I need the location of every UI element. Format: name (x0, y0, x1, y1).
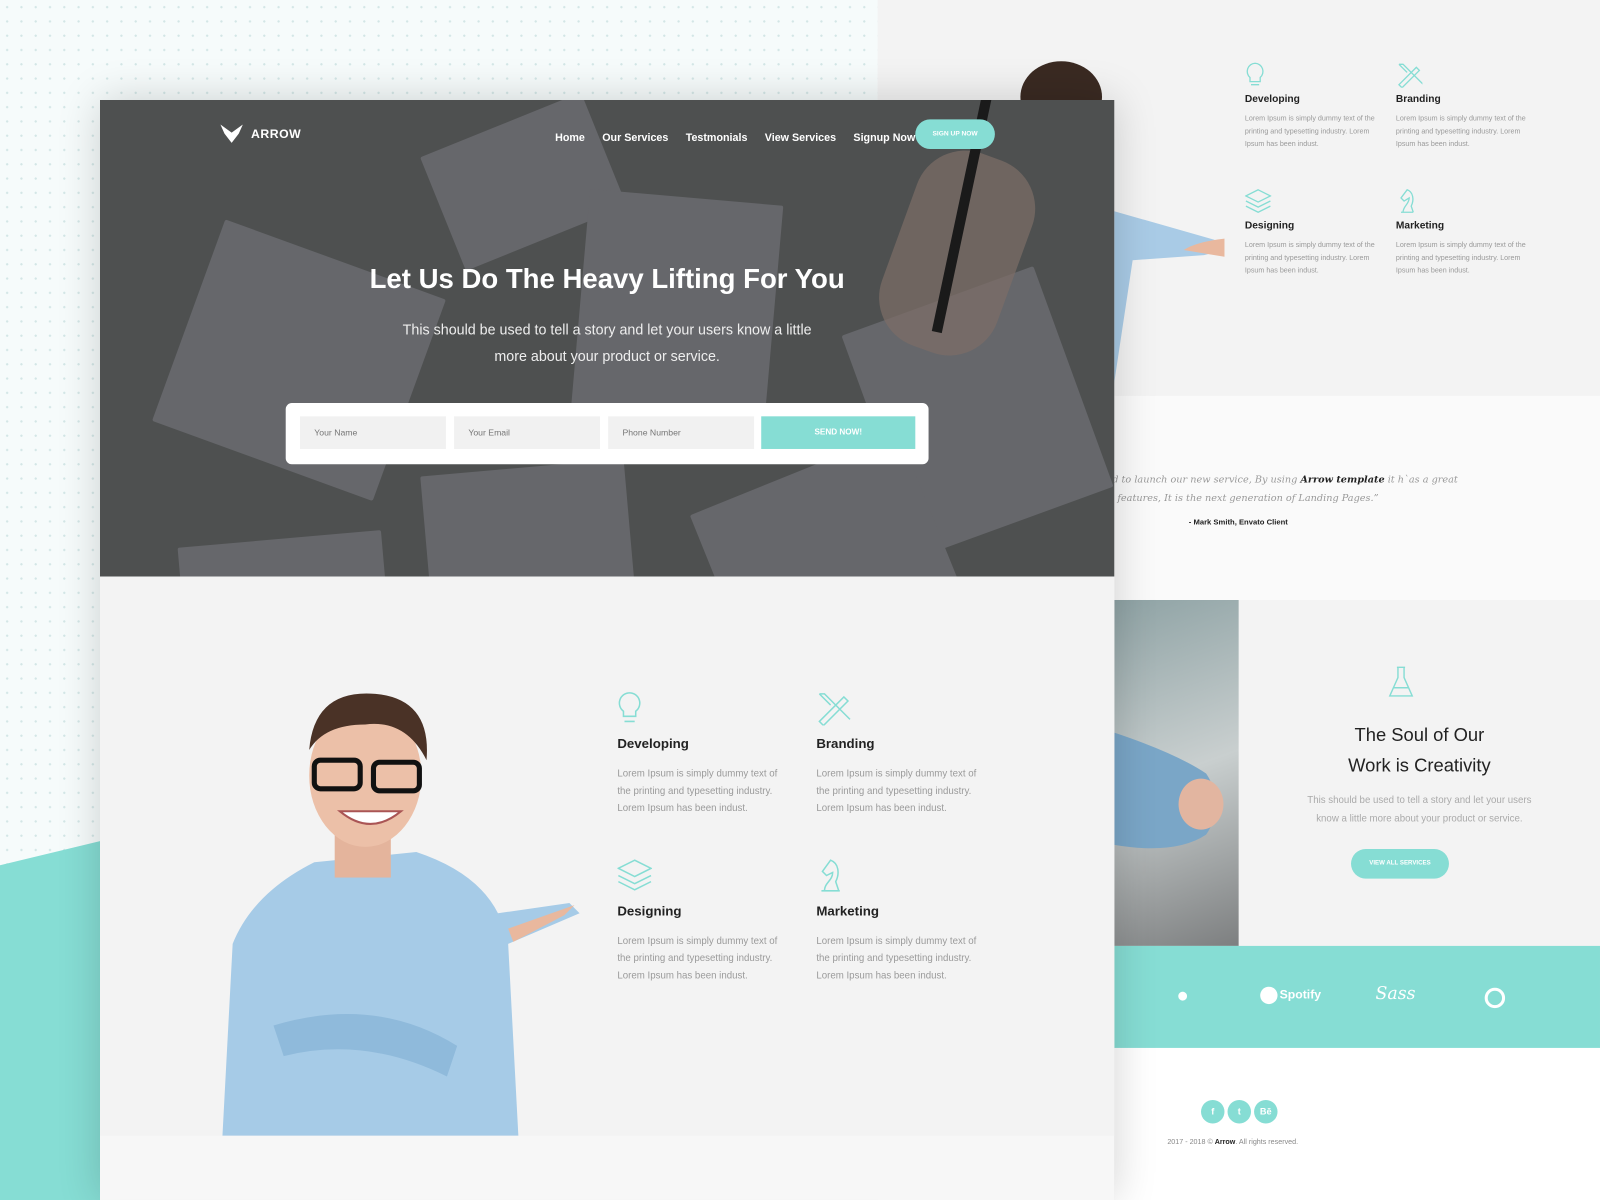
nav-view-services[interactable]: View Services (765, 132, 836, 144)
service-designing: Designing Lorem Ipsum is simply dummy te… (617, 858, 796, 985)
service-branding-small: Branding Lorem Ipsum is simply dummy tex… (1396, 61, 1529, 151)
facebook-icon[interactable]: f (1201, 1099, 1225, 1124)
email-input[interactable] (454, 416, 600, 449)
lightbulb-icon (1246, 62, 1264, 86)
service-branding: Branding Lorem Ipsum is simply dummy tex… (816, 691, 995, 818)
service-marketing: Marketing Lorem Ipsum is simply dummy te… (816, 858, 995, 985)
testimonial-author: - Mark Smith, Envato Client (1188, 517, 1288, 527)
nav-home[interactable]: Home (555, 132, 585, 144)
sign-up-now-button[interactable]: SIGN UP NOW (915, 119, 995, 149)
hero-subtitle: This should be used to tell a story and … (402, 321, 812, 365)
front-page: ARROW Home Our Services Testmonials View Se… (99, 99, 1115, 1200)
hero-title: Let Us Do The Heavy Lifting For You (369, 263, 845, 294)
name-input[interactable] (299, 416, 446, 449)
layers-icon (617, 859, 653, 891)
nav-our-services[interactable]: Our Services (602, 132, 668, 144)
sass-icon: Sass (1375, 983, 1416, 1005)
chess-knight-icon (1400, 189, 1414, 213)
services-section: Developing Lorem Ipsum is simply dummy t… (99, 576, 1115, 1136)
pencil-ruler-icon (818, 693, 851, 726)
service-designing-small: Designing Lorem Ipsum is simply dummy te… (1244, 188, 1378, 278)
signup-form: SEND NOW! (285, 403, 929, 465)
nav-signup-now[interactable]: Signup Now (853, 132, 915, 144)
creativity-title: The Soul of Our Work is Creativity (1348, 724, 1491, 776)
behance-icon[interactable]: Bē (1254, 1099, 1278, 1124)
github-icon (1484, 987, 1506, 1009)
spotify-logo: Spotify (1260, 986, 1321, 1005)
service-developing-small: Developing Lorem Ipsum is simply dummy t… (1245, 61, 1378, 151)
hero-section: ARROW Home Our Services Testmonials View Se… (99, 99, 1115, 577)
chess-knight-icon (821, 859, 840, 892)
layers-icon (1244, 189, 1272, 213)
service-developing: Developing Lorem Ipsum is simply dummy t… (617, 691, 796, 818)
brand-logo[interactable]: ARROW (220, 124, 301, 143)
send-now-button[interactable]: SEND NOW! (761, 416, 916, 449)
phone-input[interactable] (608, 416, 755, 449)
service-marketing-small: Marketing Lorem Ipsum is simply dummy te… (1396, 188, 1529, 278)
apple-icon: ● (1176, 984, 1189, 1008)
spotify-icon (1260, 986, 1278, 1005)
nav-testimonials[interactable]: Testmonials (686, 132, 748, 144)
main-nav: Home Our Services Testmonials View Services… (538, 128, 915, 146)
twitter-icon[interactable]: t (1227, 1099, 1252, 1124)
smiling-man-image (222, 693, 580, 1136)
creativity-text: This should be used to tell a story and … (1307, 794, 1532, 825)
social-links: f t Bē (1201, 1099, 1281, 1124)
lightbulb-icon (618, 692, 641, 723)
sitting-person-image (1114, 599, 1239, 946)
testimonial-quote: d to launch our new service, By using Ar… (1112, 474, 1458, 505)
pencil-ruler-icon (1398, 63, 1423, 88)
copyright: 2017 - 2018 © Arrow. All rights reserved… (1167, 1138, 1299, 1146)
view-all-services-button[interactable]: VIEW ALL SERVICES (1351, 848, 1449, 879)
arrow-logo-icon (220, 124, 243, 143)
flask-icon (1388, 666, 1414, 697)
